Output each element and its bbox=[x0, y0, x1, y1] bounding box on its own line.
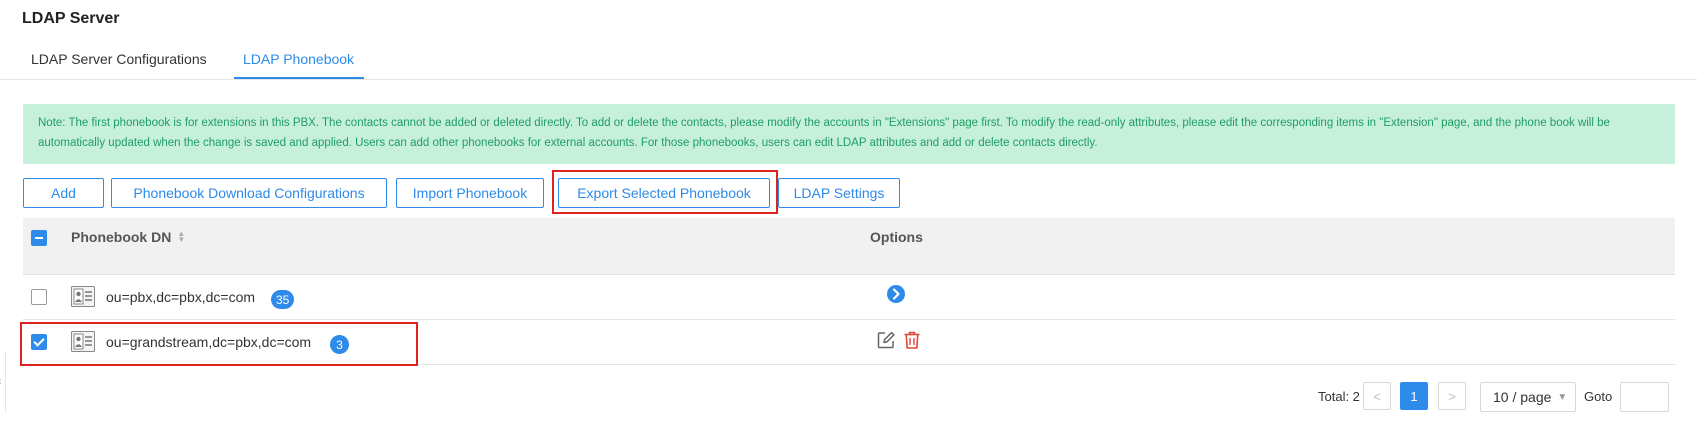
import-phonebook-button[interactable]: Import Phonebook bbox=[396, 178, 544, 208]
arrow-right-circle-icon[interactable] bbox=[886, 284, 906, 304]
trash-icon[interactable] bbox=[903, 330, 921, 350]
phonebook-dn: ou=pbx,dc=pbx,dc=com bbox=[106, 289, 256, 305]
page-title: LDAP Server bbox=[22, 10, 120, 27]
select-all-checkbox[interactable] bbox=[31, 230, 47, 246]
pagination-prev-button[interactable]: < bbox=[1363, 382, 1391, 410]
table-row: ou=grandstream,dc=pbx,dc=com 3 bbox=[23, 320, 1675, 365]
tab-ldap-server-configurations[interactable]: LDAP Server Configurations bbox=[31, 51, 207, 80]
tab-ldap-phonebook[interactable]: LDAP Phonebook bbox=[243, 51, 354, 80]
column-header-options: Options bbox=[870, 229, 923, 245]
table-header: Phonebook DN ▲ ▼ Options bbox=[23, 218, 1675, 275]
page-size-value: 10 / page bbox=[1493, 389, 1552, 405]
contact-card-icon bbox=[71, 286, 95, 307]
chevron-left-icon: ‹ bbox=[0, 376, 1, 387]
add-button[interactable]: Add bbox=[23, 178, 104, 208]
table-row: ou=pbx,dc=pbx,dc=com 35 bbox=[23, 275, 1675, 320]
active-tab-indicator bbox=[234, 77, 364, 79]
phonebook-download-configurations-button[interactable]: Phonebook Download Configurations bbox=[111, 178, 387, 208]
pagination-page-1[interactable]: 1 bbox=[1400, 382, 1428, 410]
edit-icon[interactable] bbox=[876, 330, 896, 350]
contact-count-badge: 35 bbox=[271, 290, 295, 309]
ldap-settings-button[interactable]: LDAP Settings bbox=[778, 178, 900, 208]
page-size-select[interactable]: 10 / page ▼ bbox=[1480, 382, 1576, 412]
sidebar-collapse-handle[interactable]: ‹ bbox=[0, 352, 6, 412]
pagination-total: Total: 2 bbox=[1318, 389, 1360, 404]
row-checkbox[interactable] bbox=[31, 334, 47, 350]
info-note: Note: The first phonebook is for extensi… bbox=[23, 104, 1675, 164]
goto-label: Goto bbox=[1584, 389, 1613, 404]
phonebook-dn: ou=grandstream,dc=pbx,dc=com bbox=[106, 334, 312, 350]
tab-bar: LDAP Server Configurations LDAP Phoneboo… bbox=[0, 46, 1697, 80]
contact-card-icon bbox=[71, 331, 95, 352]
export-selected-phonebook-button[interactable]: Export Selected Phonebook bbox=[558, 178, 770, 208]
goto-input[interactable] bbox=[1620, 382, 1669, 412]
pagination-next-button[interactable]: > bbox=[1438, 382, 1466, 410]
column-header-label: Phonebook DN bbox=[71, 229, 172, 245]
contact-count-badge: 3 bbox=[330, 335, 349, 354]
row-checkbox[interactable] bbox=[31, 289, 47, 305]
sort-icon[interactable]: ▲ ▼ bbox=[177, 230, 185, 244]
column-header-phonebook-dn[interactable]: Phonebook DN ▲ ▼ bbox=[71, 229, 185, 245]
chevron-down-icon: ▼ bbox=[1557, 391, 1568, 403]
